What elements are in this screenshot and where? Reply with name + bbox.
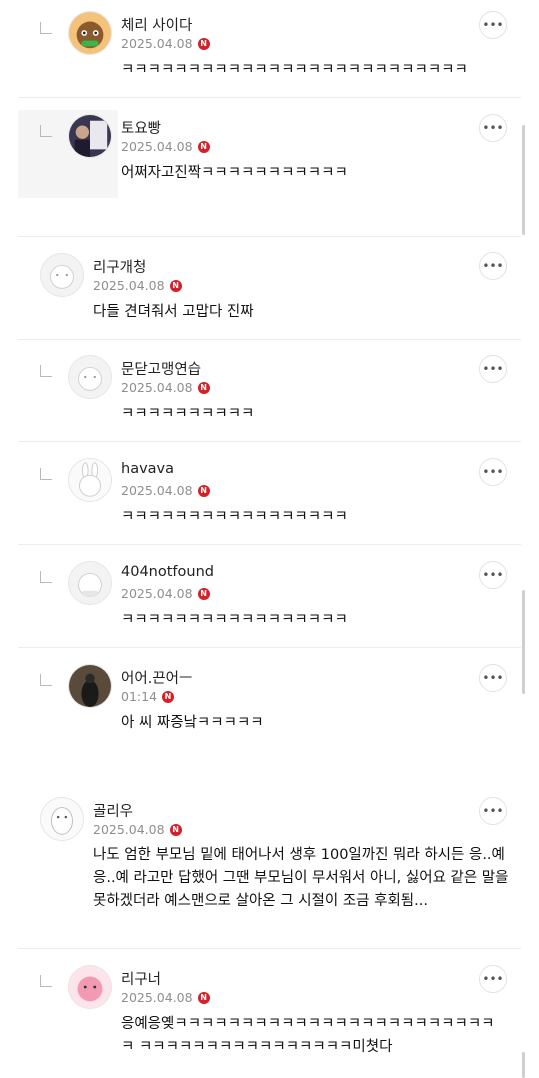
avatar[interactable] bbox=[68, 11, 112, 55]
reply-indent-icon bbox=[40, 571, 52, 583]
avatar[interactable] bbox=[68, 664, 112, 708]
more-icon: ••• bbox=[482, 671, 504, 685]
comment-text: 다들 견뎌줘서 고맙다 진짜 bbox=[93, 304, 254, 320]
default-avatar-icon bbox=[69, 356, 111, 398]
nickname[interactable]: havava bbox=[121, 461, 174, 477]
date-text: 2025.04.08 bbox=[121, 990, 193, 1005]
new-badge-icon: N bbox=[197, 140, 210, 153]
new-badge-icon: N bbox=[197, 991, 210, 1004]
more-options-button[interactable]: ••• bbox=[479, 664, 507, 692]
more-options-button[interactable]: ••• bbox=[479, 797, 507, 825]
comment-text: ㅋㅋㅋㅋㅋㅋㅋㅋㅋㅋㅋㅋㅋㅋㅋㅋㅋ bbox=[121, 612, 348, 628]
new-badge-icon: N bbox=[197, 484, 210, 497]
divider bbox=[18, 647, 521, 648]
pink-character-avatar-icon bbox=[69, 966, 111, 1008]
comment-text: ㅋㅋㅋㅋㅋㅋㅋㅋㅋㅋㅋㅋㅋㅋㅋㅋㅋㅋㅋㅋㅋㅋㅋㅋㅋㅋ bbox=[121, 62, 468, 78]
date-text: 2025.04.08 bbox=[121, 586, 193, 601]
date-text: 2025.04.08 bbox=[121, 380, 193, 395]
date-text: 2025.04.08 bbox=[93, 822, 165, 837]
reply-indent-icon bbox=[40, 674, 52, 686]
more-icon: ••• bbox=[482, 121, 504, 135]
avatar[interactable] bbox=[40, 253, 84, 297]
comment-date: 2025.04.08 N bbox=[121, 380, 210, 395]
nickname[interactable]: 체리 사이다 bbox=[121, 14, 192, 35]
comment-date: 2025.04.08 N bbox=[121, 990, 210, 1005]
divider bbox=[18, 236, 521, 237]
new-badge-icon: N bbox=[162, 690, 175, 703]
comment-date: 2025.04.08 N bbox=[121, 139, 210, 154]
avatar[interactable] bbox=[68, 355, 112, 399]
photo-avatar-icon bbox=[69, 665, 111, 707]
hamster-avatar-icon bbox=[69, 562, 111, 604]
comment-text: 아 씨 짜증낰ㅋㅋㅋㅋㅋ bbox=[121, 715, 264, 731]
penguin-avatar-icon bbox=[41, 798, 83, 840]
avatar[interactable] bbox=[68, 458, 112, 502]
more-options-button[interactable]: ••• bbox=[479, 355, 507, 383]
divider bbox=[18, 948, 521, 949]
comment-text: 응예응옞ㅋㅋㅋㅋㅋㅋㅋㅋㅋㅋㅋㅋㅋㅋㅋㅋㅋㅋㅋㅋㅋㅋㅋㅋㅋ ㅋㅋㅋㅋㅋㅋㅋㅋㅋㅋ… bbox=[121, 1016, 495, 1055]
comment-date: 2025.04.08 N bbox=[121, 483, 210, 498]
reply-indent-icon bbox=[40, 365, 52, 377]
nickname[interactable]: 토요빵 bbox=[121, 117, 161, 138]
reply-indent-icon bbox=[40, 22, 52, 34]
divider bbox=[18, 339, 521, 340]
avatar[interactable] bbox=[68, 114, 112, 158]
scrollbar[interactable] bbox=[522, 590, 525, 694]
comment-date: 2025.04.08 N bbox=[93, 278, 182, 293]
more-options-button[interactable]: ••• bbox=[479, 965, 507, 993]
nickname[interactable]: 문닫고맹연습 bbox=[121, 358, 201, 379]
new-badge-icon: N bbox=[197, 37, 210, 50]
more-icon: ••• bbox=[482, 259, 504, 273]
date-text: 2025.04.08 bbox=[121, 139, 193, 154]
more-options-button[interactable]: ••• bbox=[479, 11, 507, 39]
new-badge-icon: N bbox=[169, 823, 182, 836]
comment-text: 나도 엄한 부모님 밑에 태어나서 생후 100일까진 뭐라 하시든 응..예 … bbox=[93, 847, 509, 909]
more-icon: ••• bbox=[482, 465, 504, 479]
comment-text: ㅋㅋㅋㅋㅋㅋㅋㅋㅋㅋㅋㅋㅋㅋㅋㅋㅋ bbox=[121, 509, 348, 525]
date-text: 01:14 bbox=[121, 689, 158, 704]
scrollbar[interactable] bbox=[522, 125, 525, 235]
character-avatar-icon bbox=[69, 12, 111, 54]
more-icon: ••• bbox=[482, 18, 504, 32]
comment-date: 2025.04.08 N bbox=[121, 586, 210, 601]
reply-indent-icon bbox=[40, 468, 52, 480]
comment-text: ㅋㅋㅋㅋㅋㅋㅋㅋㅋㅋ bbox=[121, 406, 255, 422]
avatar[interactable] bbox=[68, 965, 112, 1009]
avatar[interactable] bbox=[68, 561, 112, 605]
new-badge-icon: N bbox=[169, 279, 182, 292]
comment-date: 01:14 N bbox=[121, 689, 175, 704]
divider bbox=[18, 97, 521, 98]
more-options-button[interactable]: ••• bbox=[479, 114, 507, 142]
nickname[interactable]: 골리우 bbox=[93, 800, 133, 821]
photo-avatar-icon bbox=[69, 115, 111, 157]
new-badge-icon: N bbox=[197, 587, 210, 600]
more-icon: ••• bbox=[482, 804, 504, 818]
nickname[interactable]: 리구너 bbox=[121, 968, 161, 989]
more-icon: ••• bbox=[482, 568, 504, 582]
avatar[interactable] bbox=[40, 797, 84, 841]
default-avatar-icon bbox=[41, 254, 83, 296]
divider bbox=[18, 544, 521, 545]
scrollbar[interactable] bbox=[522, 1052, 525, 1078]
date-text: 2025.04.08 bbox=[121, 36, 193, 51]
comment-date: 2025.04.08 N bbox=[121, 36, 210, 51]
nickname[interactable]: 404notfound bbox=[121, 564, 214, 580]
new-badge-icon: N bbox=[197, 381, 210, 394]
nickname[interactable]: 어어.끈어ㅡ bbox=[121, 667, 192, 688]
divider bbox=[18, 441, 521, 442]
nickname[interactable]: 리구개청 bbox=[93, 256, 146, 277]
more-icon: ••• bbox=[482, 972, 504, 986]
more-options-button[interactable]: ••• bbox=[479, 561, 507, 589]
comment-text: 어쩌자고진짝ㅋㅋㅋㅋㅋㅋㅋㅋㅋㅋㅋ bbox=[121, 165, 348, 181]
reply-indent-icon bbox=[40, 125, 52, 137]
rabbit-avatar-icon bbox=[69, 459, 111, 501]
date-text: 2025.04.08 bbox=[121, 483, 193, 498]
more-options-button[interactable]: ••• bbox=[479, 252, 507, 280]
more-icon: ••• bbox=[482, 362, 504, 376]
date-text: 2025.04.08 bbox=[93, 278, 165, 293]
comment-date: 2025.04.08 N bbox=[93, 822, 182, 837]
more-options-button[interactable]: ••• bbox=[479, 458, 507, 486]
reply-indent-icon bbox=[40, 975, 52, 987]
